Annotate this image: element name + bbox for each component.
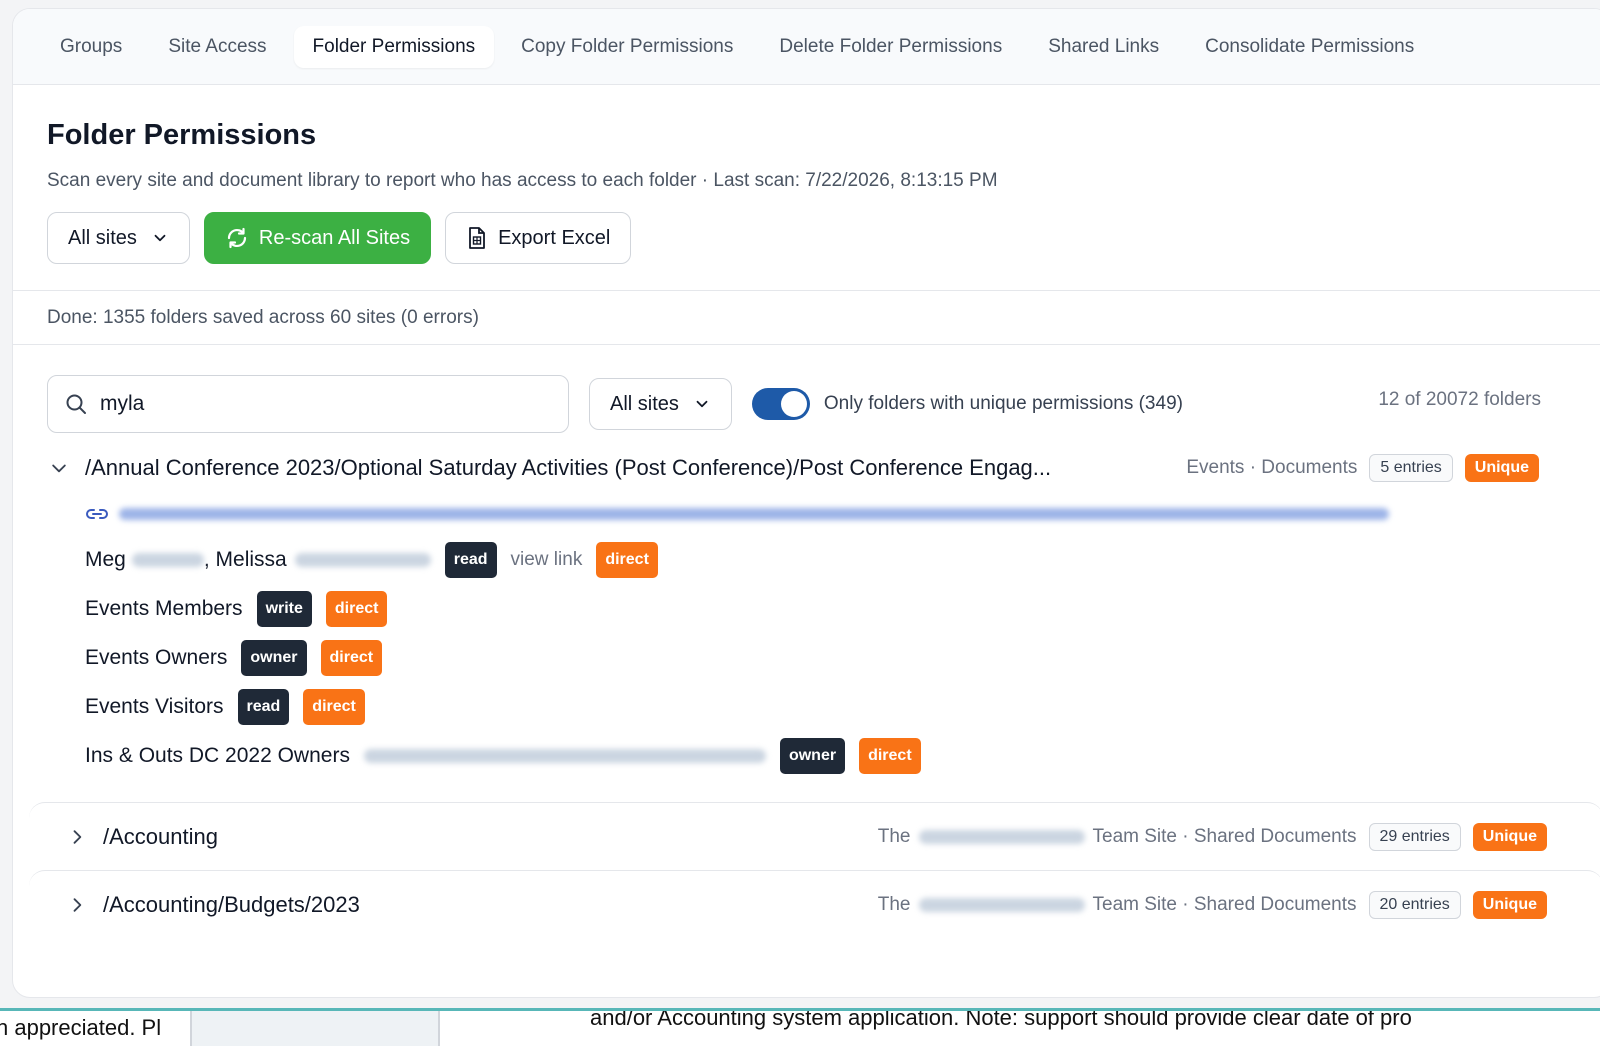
folder-site-suffix: Team Site · Shared Documents: [1092, 825, 1357, 847]
view-link-label: view link: [510, 548, 583, 570]
permission-level-badge: owner: [779, 737, 846, 774]
redacted-name: [131, 552, 204, 567]
rescan-button[interactable]: Re-scan All Sites: [203, 212, 432, 264]
unique-permissions-toggle[interactable]: [751, 388, 810, 420]
chevron-down-icon: [696, 400, 708, 408]
folder-meta: The Team Site · Shared Documents 29 entr…: [877, 822, 1547, 851]
background-panel: [190, 1011, 440, 1046]
permission-row: Events Members write direct: [13, 584, 1600, 633]
permission-type-badge: direct: [325, 590, 388, 627]
redacted-name: [294, 552, 431, 567]
folder-item-collapsed[interactable]: /Accounting The Team Site · Shared Docum…: [29, 802, 1600, 870]
background-text-right: and/or Accounting system application. No…: [590, 1008, 1412, 1030]
redacted-site-name: [918, 897, 1085, 912]
permission-type-badge: direct: [596, 541, 658, 578]
search-box[interactable]: [47, 375, 569, 433]
unique-badge: Unique: [1472, 822, 1547, 851]
entries-badge: 20 entries: [1368, 890, 1461, 919]
folder-site: Events · Documents: [1186, 457, 1358, 478]
redacted-email: [363, 748, 766, 763]
folder-meta: The Team Site · Shared Documents 20 entr…: [877, 890, 1547, 919]
folder-site-suffix: Team Site · Shared Documents: [1092, 893, 1357, 915]
unique-permissions-label: Only folders with unique permissions (34…: [823, 393, 1183, 414]
folder-permissions-panel: Groups Site Access Folder Permissions Co…: [12, 8, 1600, 998]
tab-folder-permissions[interactable]: Folder Permissions: [293, 25, 495, 68]
site-select[interactable]: All sites: [47, 212, 190, 264]
folder-path: /Accounting/Budgets/2023: [103, 891, 360, 917]
folder-site-prefix: The: [877, 825, 911, 847]
export-excel-button[interactable]: Export Excel: [445, 212, 632, 264]
permission-row: Events Visitors read direct: [13, 682, 1600, 731]
page-subtitle: Scan every site and document library to …: [47, 170, 998, 191]
unique-badge: Unique: [1472, 890, 1547, 919]
filter-site-select[interactable]: All sites: [589, 378, 732, 430]
search-icon: [66, 394, 86, 414]
permission-principal-second: , Melissa: [203, 547, 287, 571]
folder-item: /Annual Conference 2023/Optional Saturda…: [13, 435, 1600, 780]
folder-site-prefix: The: [877, 893, 911, 915]
background-document-strip: n appreciated. Pl and/or Accounting syst…: [0, 1008, 1600, 1046]
refresh-icon: [227, 227, 247, 249]
filter-site-select-label: All sites: [610, 392, 679, 415]
site-select-label: All sites: [68, 226, 137, 249]
search-input[interactable]: [100, 392, 520, 416]
tab-copy-folder-permissions[interactable]: Copy Folder Permissions: [502, 26, 752, 68]
permission-level-badge: read: [444, 541, 497, 578]
chevron-down-icon: [154, 234, 166, 242]
permission-row: Meg , Melissa read view link direct: [13, 535, 1600, 584]
permission-type-badge: direct: [320, 639, 383, 676]
link-icon[interactable]: [85, 504, 109, 524]
tab-site-access[interactable]: Site Access: [149, 26, 285, 68]
tab-groups[interactable]: Groups: [41, 26, 141, 68]
tab-shared-links[interactable]: Shared Links: [1029, 26, 1178, 68]
permission-level-badge: write: [256, 590, 312, 627]
folder-count: 12 of 20072 folders: [1378, 389, 1541, 410]
filter-bar: All sites Only folders with unique permi…: [13, 345, 1600, 435]
excel-file-icon: [469, 227, 485, 249]
folder-path: /Annual Conference 2023/Optional Saturda…: [85, 455, 1052, 480]
permission-principal: Events Owners: [85, 645, 228, 669]
unique-badge: Unique: [1464, 454, 1539, 482]
export-label: Export Excel: [498, 226, 611, 249]
page-header: Folder Permissions Scan every site and d…: [13, 85, 1600, 291]
redacted-site-name: [918, 829, 1085, 844]
permission-principal: Ins & Outs DC 2022 Owners: [85, 743, 350, 767]
page-title: Folder Permissions: [47, 119, 317, 151]
tab-delete-folder-permissions[interactable]: Delete Folder Permissions: [760, 26, 1021, 68]
permission-row: Ins & Outs DC 2022 Owners owner direct: [13, 731, 1600, 780]
chevron-right-icon[interactable]: [65, 827, 89, 847]
folder-header[interactable]: /Annual Conference 2023/Optional Saturda…: [13, 443, 1600, 493]
redacted-folder-url[interactable]: [119, 508, 1389, 520]
background-text-left: n appreciated. Pl: [0, 1015, 162, 1040]
toolbar: All sites Re-scan All Sites Export Excel: [47, 212, 1600, 264]
entries-badge: 5 entries: [1369, 454, 1453, 482]
tab-bar: Groups Site Access Folder Permissions Co…: [13, 9, 1600, 85]
scan-status: Done: 1355 folders saved across 60 sites…: [13, 291, 1600, 345]
permission-type-badge: direct: [303, 688, 365, 725]
chevron-down-icon[interactable]: [47, 458, 71, 478]
toggle-knob: [780, 391, 807, 417]
tab-consolidate-permissions[interactable]: Consolidate Permissions: [1186, 26, 1433, 68]
rescan-label: Re-scan All Sites: [258, 226, 411, 249]
permission-principal: Events Members: [85, 596, 243, 620]
permission-principal: Meg: [85, 547, 126, 571]
permission-principal: Events Visitors: [85, 694, 224, 718]
permission-level-badge: read: [237, 688, 290, 725]
folder-link-row: [13, 493, 1600, 535]
entries-badge: 29 entries: [1368, 822, 1461, 851]
permission-type-badge: direct: [859, 737, 921, 774]
folder-path: /Accounting: [103, 823, 218, 849]
folder-meta: Events · Documents 5 entries Unique: [1186, 454, 1539, 482]
permission-level-badge: owner: [241, 639, 307, 676]
chevron-right-icon[interactable]: [65, 895, 89, 915]
folder-item-collapsed[interactable]: /Accounting/Budgets/2023 The Team Site ·…: [29, 870, 1600, 938]
permission-row: Events Owners owner direct: [13, 633, 1600, 682]
